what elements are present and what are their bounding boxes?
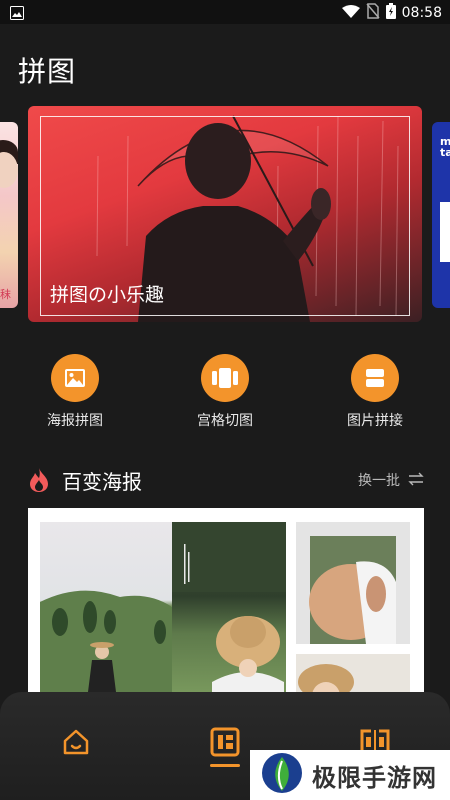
watermark: 极限手游网 — [250, 750, 450, 800]
nav-active-indicator — [210, 764, 240, 767]
stitch-icon — [351, 354, 399, 402]
image-icon — [51, 354, 99, 402]
poster-photo-field — [40, 522, 172, 708]
banner-next-text: m ta — [440, 135, 450, 159]
banner-prev-text: 秣 — [0, 288, 11, 301]
nav-template[interactable] — [205, 724, 245, 764]
gallery-notification-icon — [10, 5, 24, 24]
poster-photo-hat — [172, 522, 286, 708]
section-title: 百变海报 — [62, 470, 142, 494]
banner-card[interactable]: 拼图の小乐趣 — [28, 106, 422, 322]
banner-prev-card[interactable]: 秣 — [0, 122, 18, 308]
no-sim-icon — [366, 3, 380, 23]
refresh-label: 换一批 — [358, 473, 400, 489]
refresh-button[interactable]: 换一批 — [358, 470, 424, 490]
page-title: 拼图 — [18, 55, 77, 88]
tool-grid-cut[interactable]: 宫格切图 — [175, 354, 275, 430]
home-icon — [62, 728, 90, 760]
poster-photo-shoulder — [296, 522, 410, 644]
battery-icon — [385, 3, 396, 23]
banner-next-art — [440, 202, 450, 262]
wifi-icon — [341, 4, 360, 23]
tool-label: 宫格切图 — [197, 413, 253, 429]
section-header: 百变海报 换一批 — [28, 464, 424, 496]
layout-icon — [210, 727, 240, 761]
status-time: 08:58 — [401, 5, 442, 21]
tool-image-stitch[interactable]: 图片拼接 — [325, 354, 425, 430]
watermark-text: 极限手游网 — [312, 763, 437, 792]
tool-label: 海报拼图 — [47, 413, 103, 429]
tool-label: 图片拼接 — [347, 413, 403, 429]
banner-caption: 拼图の小乐趣 — [50, 284, 165, 306]
flame-icon — [28, 467, 50, 497]
watermark-logo-icon — [260, 751, 304, 799]
tool-poster-collage[interactable]: 海报拼图 — [25, 354, 125, 430]
banner-next-card[interactable]: m ta — [432, 122, 450, 308]
grid-cut-icon — [201, 354, 249, 402]
status-bar: 08:58 — [0, 0, 450, 24]
poster-template-card[interactable] — [28, 508, 424, 708]
swap-icon — [408, 471, 424, 490]
nav-home[interactable] — [56, 724, 96, 764]
